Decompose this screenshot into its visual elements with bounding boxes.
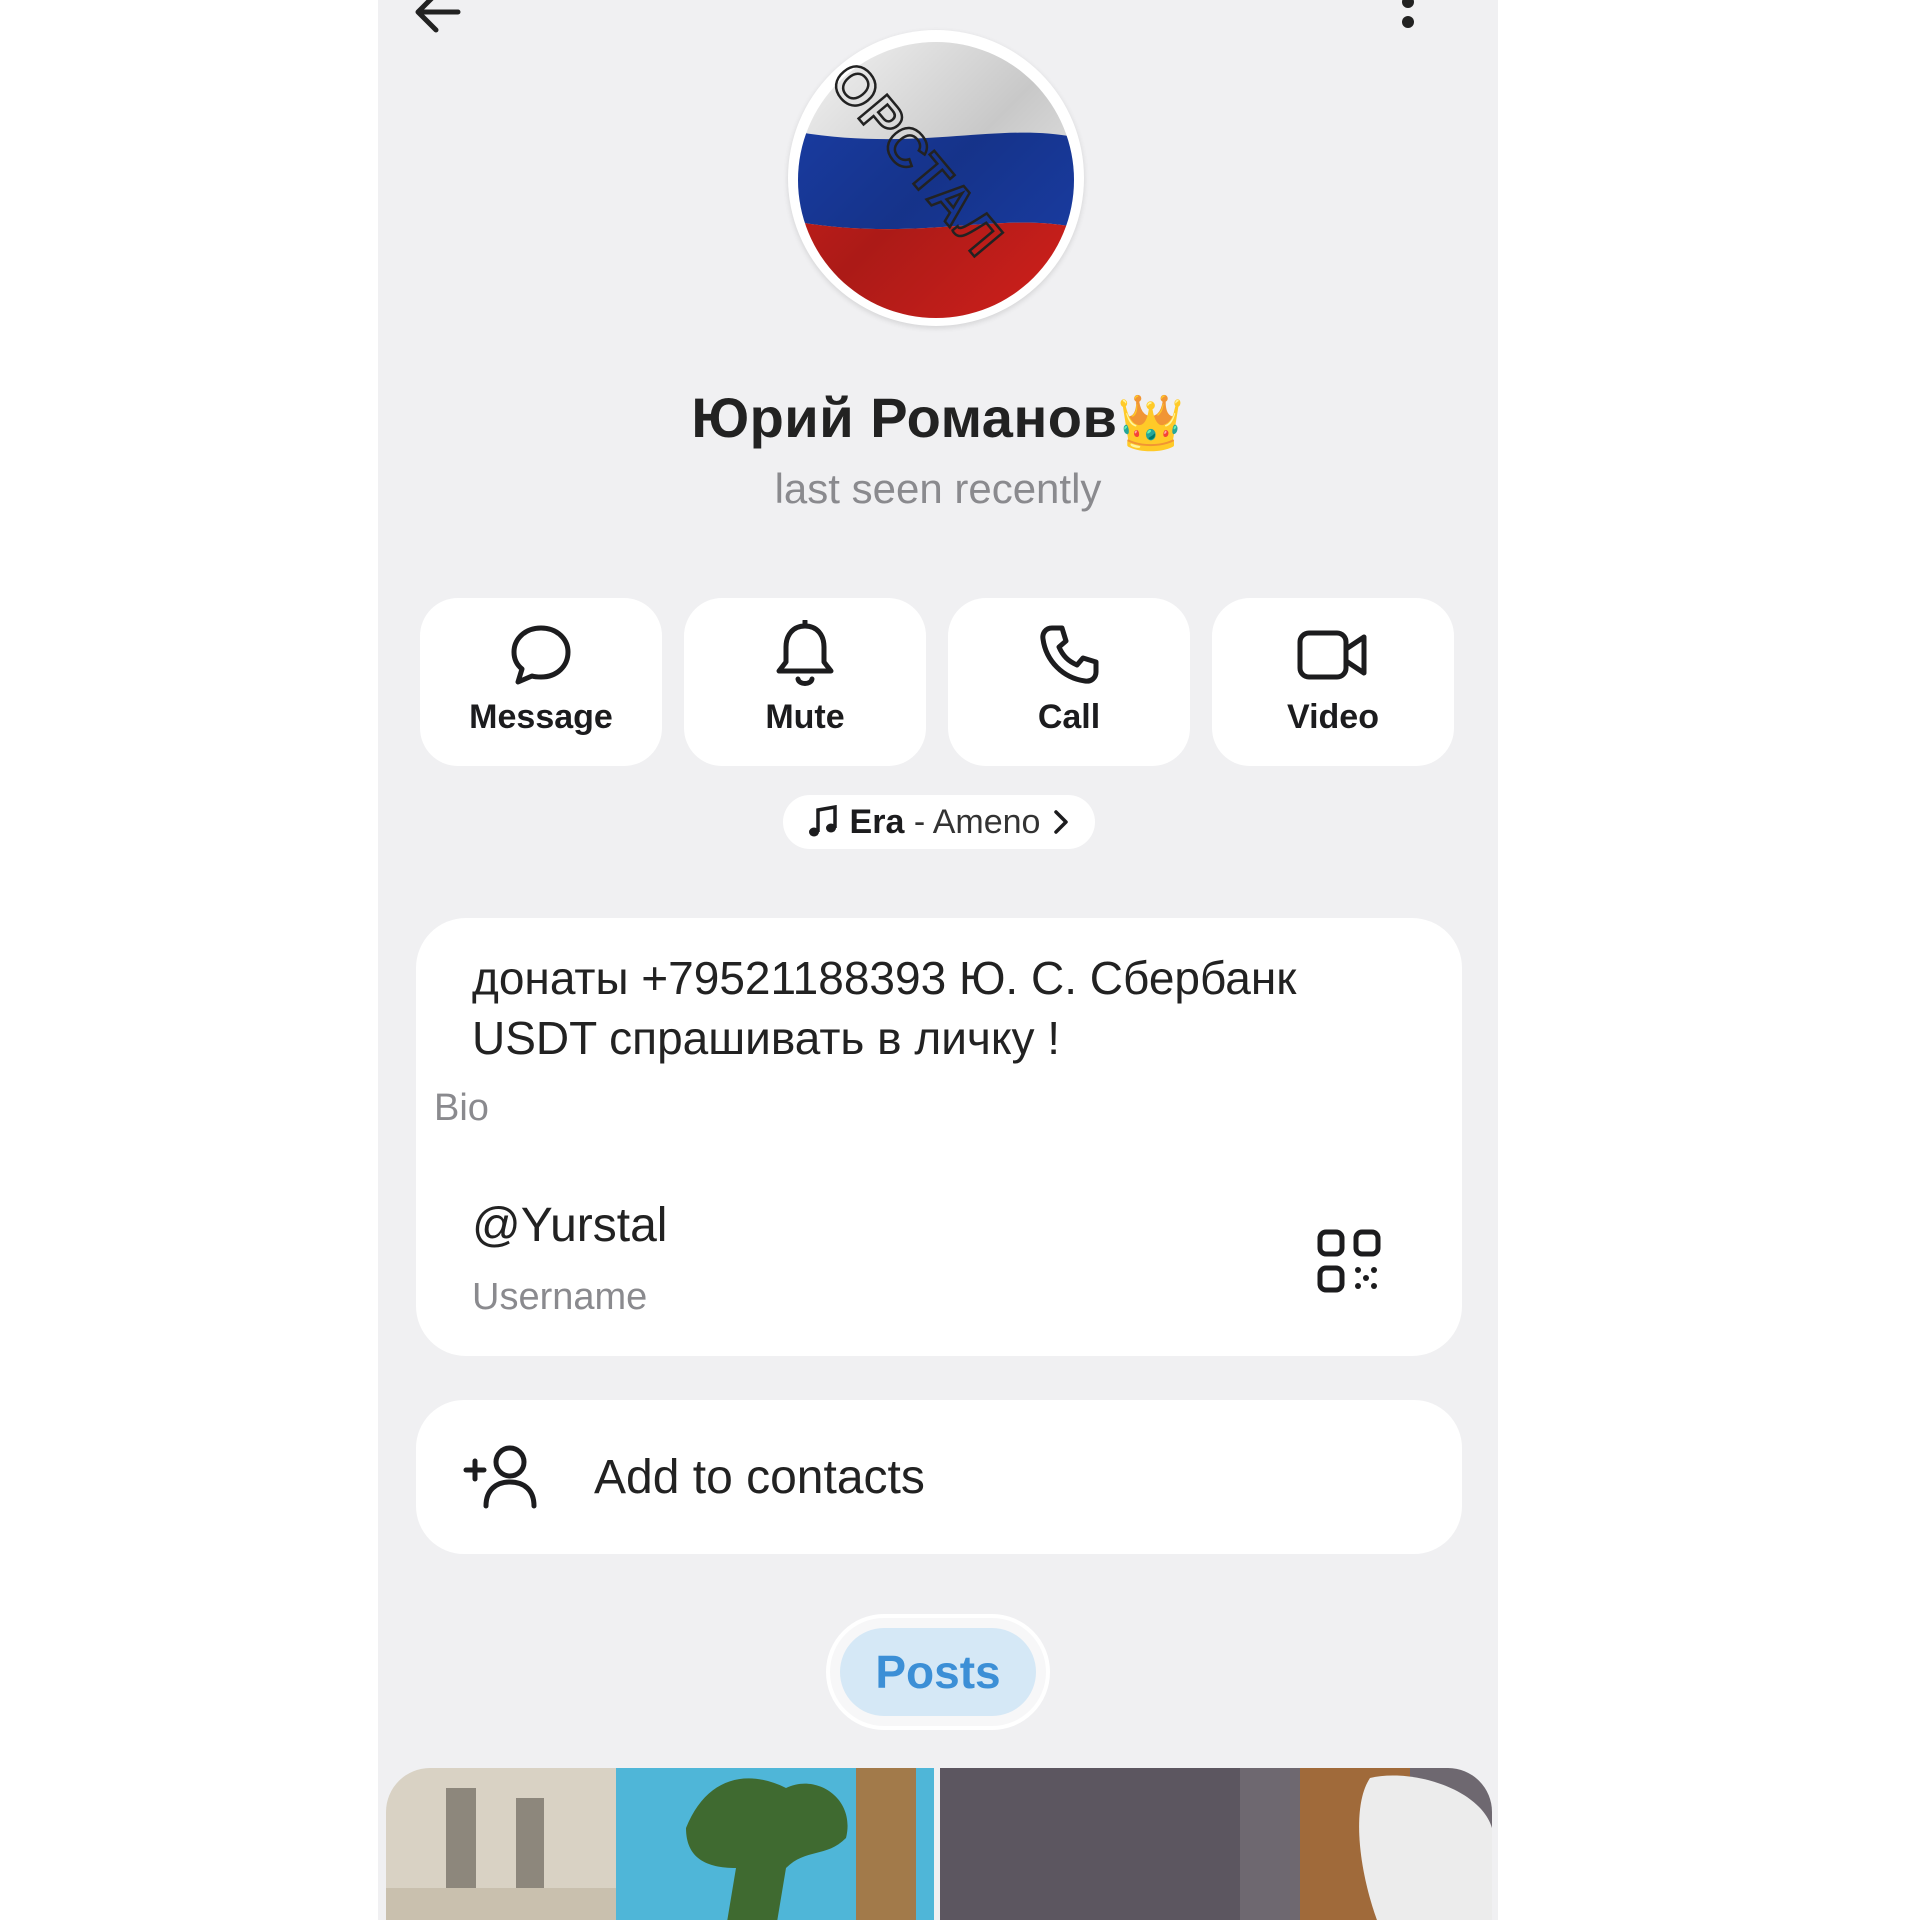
- qr-code-button[interactable]: [1316, 1228, 1382, 1294]
- mute-button[interactable]: Mute: [684, 598, 926, 766]
- more-vertical-icon: [1402, 0, 1414, 28]
- russian-flag-image: ОРСТАЛ: [798, 42, 1074, 318]
- post-thumbnail[interactable]: [386, 1768, 934, 1920]
- chevron-right-icon: [1054, 810, 1069, 834]
- info-card: донаты +79521188393 Ю. С. Сбербанк USDT …: [416, 918, 1462, 1356]
- post-thumbnail-image: [940, 1768, 1492, 1920]
- tab-posts[interactable]: Posts: [840, 1628, 1036, 1716]
- last-seen-status: last seen recently: [774, 465, 1102, 512]
- music-note-icon: [808, 805, 837, 837]
- qr-code-icon: [1317, 1229, 1381, 1293]
- message-label: Message: [469, 698, 613, 736]
- avatar[interactable]: ОРСТАЛ: [788, 30, 1084, 326]
- message-button[interactable]: Message: [420, 598, 662, 766]
- add-to-contacts-button[interactable]: Add to contacts: [416, 1400, 1462, 1554]
- profile-music-pill[interactable]: Era - Ameno: [783, 795, 1095, 849]
- bell-icon: [776, 620, 834, 686]
- video-label: Video: [1287, 698, 1379, 736]
- video-button[interactable]: Video: [1212, 598, 1454, 766]
- username-text[interactable]: @Yurstal: [472, 1198, 667, 1253]
- media-tabs: Posts: [830, 1618, 1046, 1726]
- add-to-contacts-label: Add to contacts: [594, 1450, 925, 1504]
- music-separator: -: [904, 802, 933, 841]
- crown-emoji: 👑: [1117, 393, 1185, 453]
- post-thumbnail[interactable]: [940, 1768, 1492, 1920]
- chat-bubble-icon: [511, 625, 571, 685]
- post-thumbnail-image: [386, 1768, 934, 1920]
- back-button[interactable]: [398, 0, 478, 42]
- call-label: Call: [1037, 698, 1101, 736]
- profile-name-row: Юрий Романов👑: [378, 385, 1498, 455]
- arrow-left-icon: [415, 0, 461, 33]
- bio-label: Bio: [434, 1087, 489, 1129]
- music-song: Ameno: [932, 802, 1041, 841]
- mute-label: Mute: [765, 698, 845, 736]
- video-camera-icon: [1297, 630, 1367, 680]
- phone-icon: [1040, 625, 1099, 684]
- music-artist: Era: [849, 802, 905, 841]
- profile-screen: ОРСТАЛ Юрий Романов👑 last seen recently …: [378, 0, 1498, 1920]
- bio-text[interactable]: донаты +79521188393 Ю. С. Сбербанк USDT …: [472, 948, 1412, 1068]
- username-label: Username: [472, 1276, 648, 1318]
- more-options-button[interactable]: [1368, 0, 1448, 50]
- profile-name: Юрий Романов: [691, 386, 1118, 449]
- add-person-icon: [463, 1445, 537, 1509]
- action-buttons-row: Message Mute Call Video: [420, 598, 1454, 766]
- call-button[interactable]: Call: [948, 598, 1190, 766]
